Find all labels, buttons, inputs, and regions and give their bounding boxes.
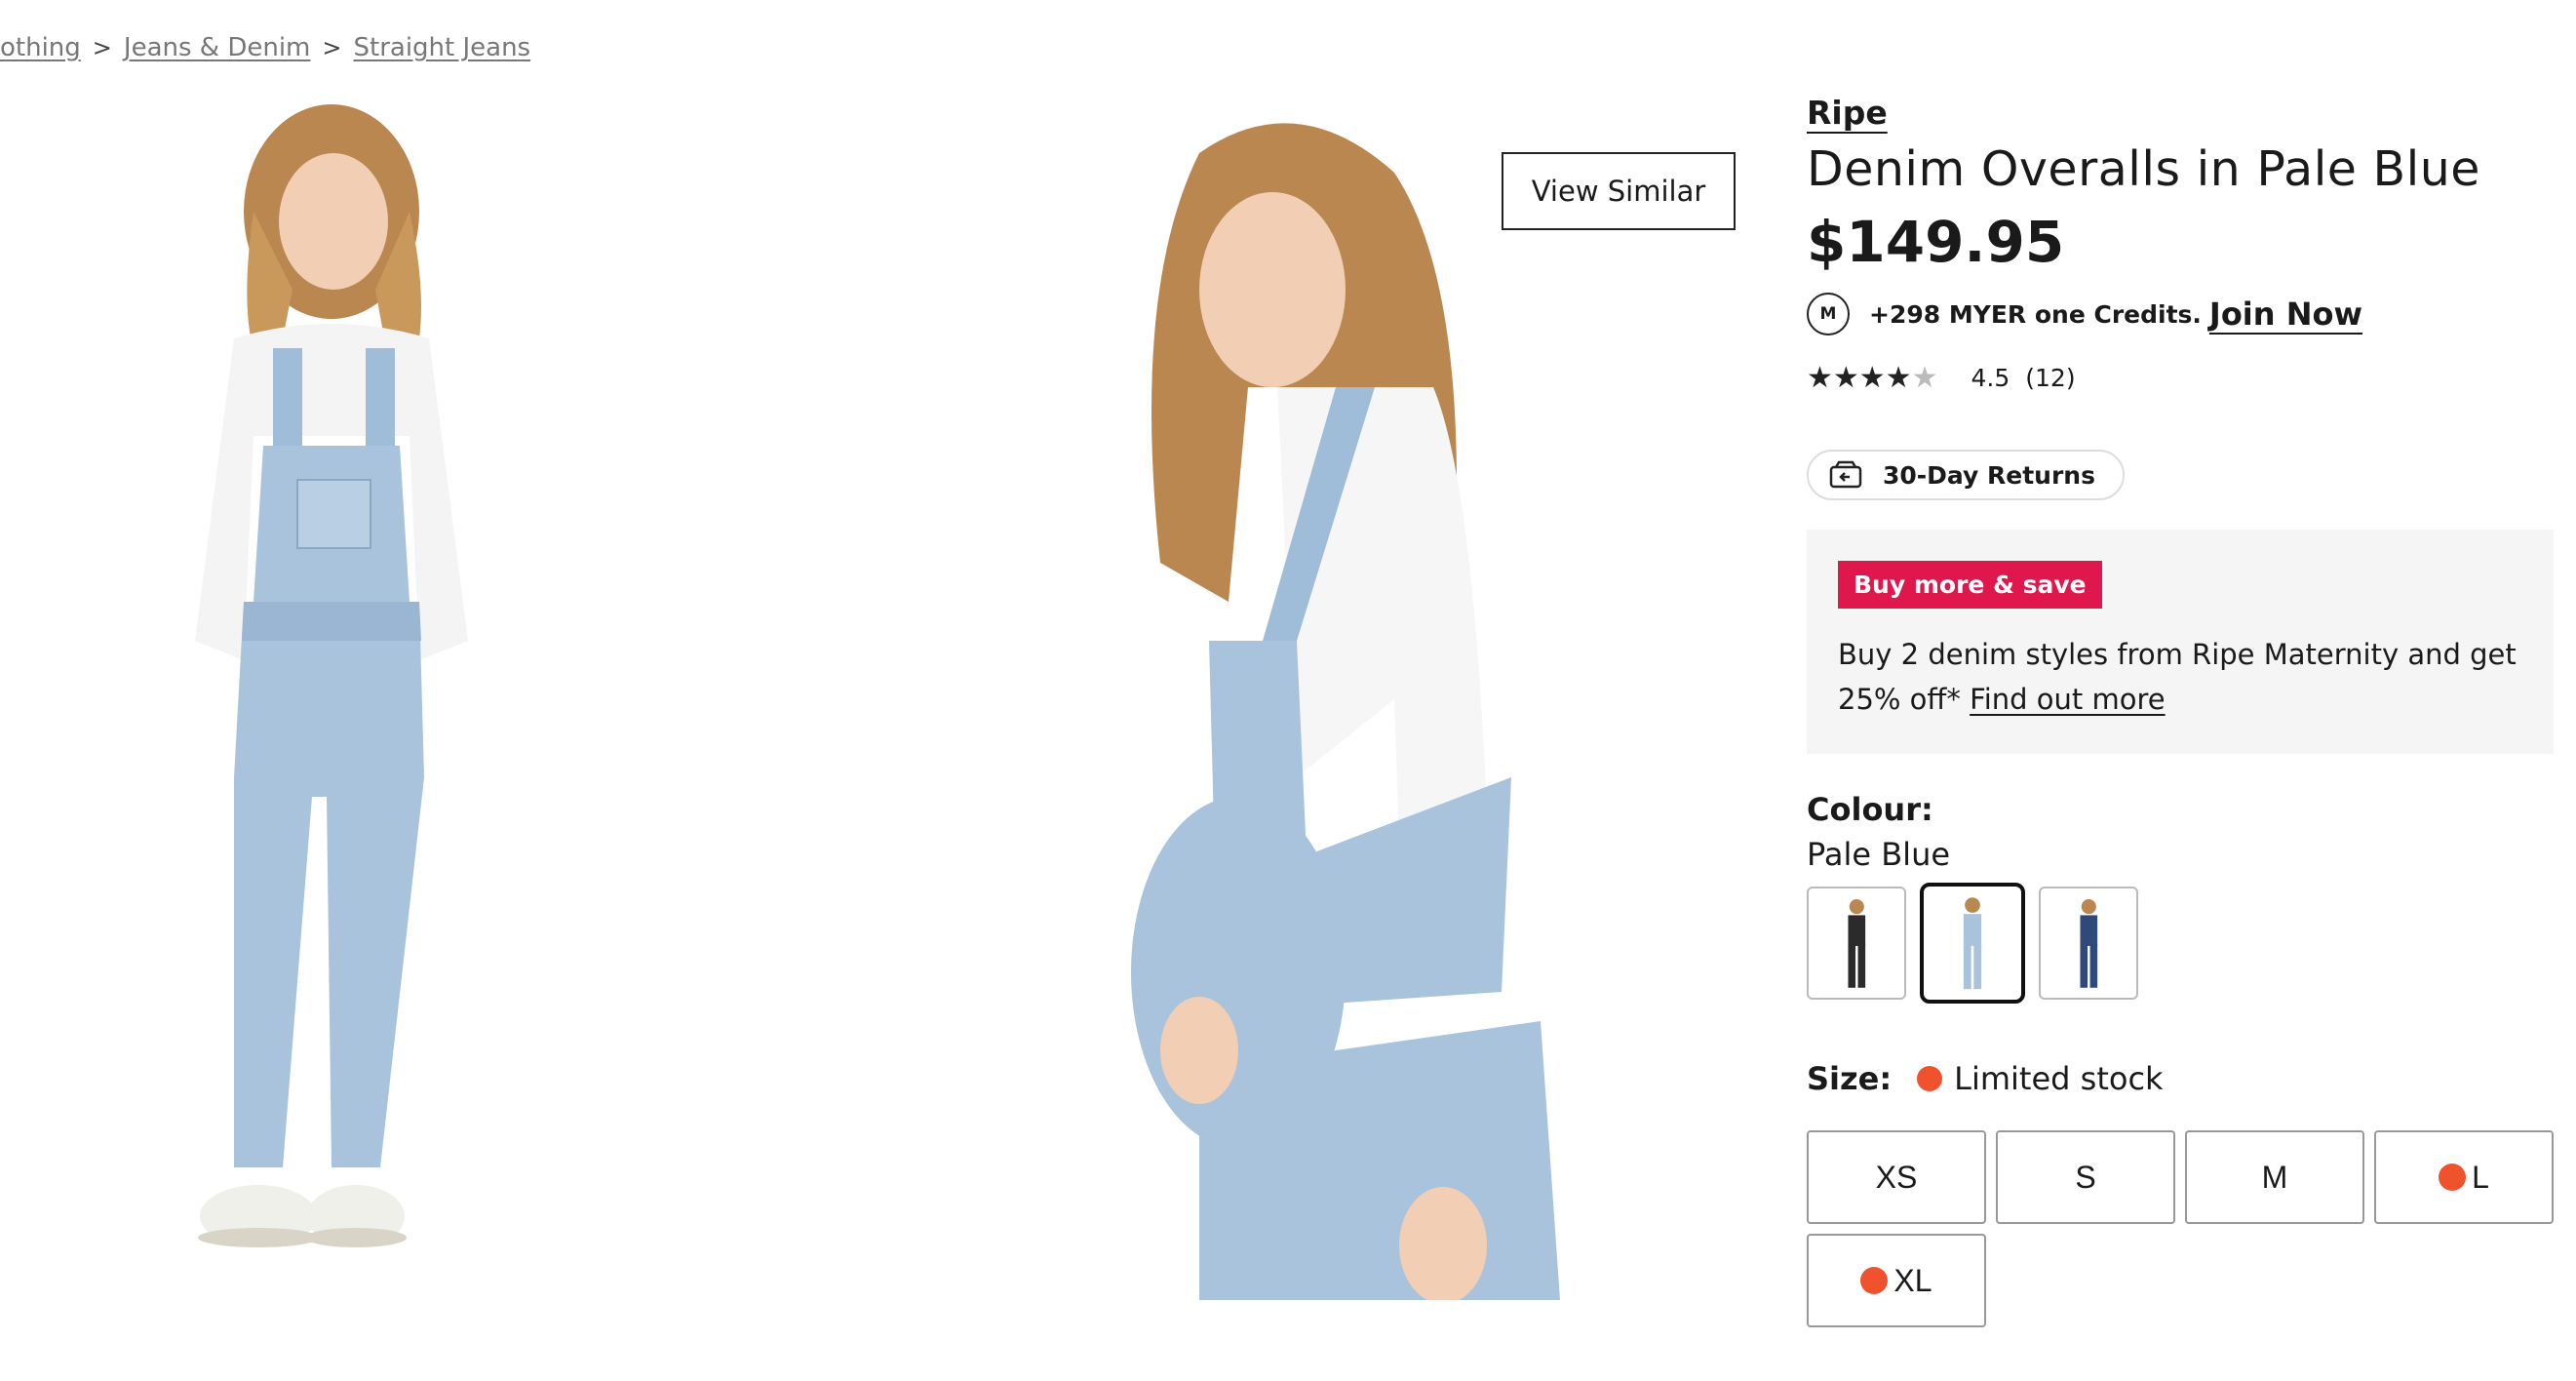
colour-swatch-dark-blue[interactable] — [2039, 887, 2138, 1000]
product-price: $149.95 — [1807, 209, 2065, 275]
returns-badge[interactable]: 30-Day Returns — [1807, 450, 2125, 500]
credits-text: +298 MYER one Credits. — [1869, 299, 2202, 329]
swatch-black-thumbnail — [1848, 898, 1865, 988]
promo-box: Buy more & save Buy 2 denim styles from … — [1807, 530, 2554, 754]
rating-value: 4.5 — [1971, 364, 2010, 392]
returns-label: 30-Day Returns — [1883, 460, 2095, 490]
product-image-side[interactable] — [1053, 95, 1609, 1300]
chevron-right-icon: > — [92, 34, 112, 61]
size-option-label: L — [2472, 1159, 2489, 1195]
limited-stock-dot-icon — [2439, 1164, 2467, 1191]
breadcrumb-link-clothing[interactable]: othing — [0, 33, 81, 62]
size-option-label: XS — [1875, 1159, 1918, 1195]
limited-stock-label: Limited stock — [1954, 1060, 2164, 1097]
colour-swatch-pale-blue[interactable] — [1920, 883, 2025, 1004]
size-header: Size: Limited stock — [1807, 1060, 2562, 1097]
product-info-panel: Ripe Denim Overalls in Pale Blue $149.95… — [1807, 94, 2562, 1337]
limited-stock-dot-icon — [1860, 1267, 1889, 1294]
return-box-icon — [1829, 460, 1862, 489]
myer-one-icon: M — [1807, 293, 1850, 335]
brand-link[interactable]: Ripe — [1807, 94, 1888, 132]
swatch-pale-blue-thumbnail — [1963, 897, 1982, 989]
product-image-front[interactable] — [88, 95, 595, 1300]
colour-label: Colour: — [1807, 791, 1933, 828]
myer-credits-row: M +298 MYER one Credits. Join Now — [1807, 293, 2562, 335]
breadcrumb: othing > Jeans & Denim > Straight Jeans — [0, 33, 530, 62]
model-front-illustration — [195, 104, 468, 1247]
review-count: (12) — [2025, 364, 2076, 392]
colour-swatches — [1807, 883, 2562, 1004]
swatch-dark-blue-thumbnail — [2080, 898, 2097, 988]
promo-badge: Buy more & save — [1838, 561, 2102, 609]
size-option-s[interactable]: S — [1996, 1130, 2175, 1224]
size-option-xs[interactable]: XS — [1807, 1130, 1986, 1224]
promo-description: Buy 2 denim styles from Ripe Maternity a… — [1838, 638, 2517, 716]
colour-swatch-black[interactable] — [1807, 887, 1906, 1000]
chevron-right-icon: > — [322, 34, 342, 61]
size-option-label: M — [2261, 1159, 2288, 1195]
size-label: Size: — [1807, 1060, 1893, 1097]
size-options: XS S M L XL — [1807, 1130, 2576, 1337]
size-option-label: XL — [1893, 1262, 1932, 1298]
model-side-illustration — [1131, 123, 1560, 1300]
size-option-xl[interactable]: XL — [1807, 1234, 1986, 1327]
size-option-m[interactable]: M — [2185, 1130, 2364, 1224]
view-similar-button[interactable]: View Similar — [1502, 152, 1736, 230]
rating-row[interactable]: ★★★★★ 4.5 (12) — [1807, 361, 2562, 395]
size-option-l[interactable]: L — [2374, 1130, 2554, 1224]
size-option-label: S — [2075, 1159, 2096, 1195]
star-rating-icon: ★★★★★ — [1807, 361, 1938, 395]
promo-text: Buy 2 denim styles from Ripe Maternity a… — [1838, 632, 2522, 722]
colour-value: Pale Blue — [1807, 836, 1951, 873]
breadcrumb-link-jeans-denim[interactable]: Jeans & Denim — [124, 33, 310, 62]
product-title: Denim Overalls in Pale Blue — [1807, 141, 2480, 197]
limited-stock-dot-icon — [1917, 1066, 1943, 1091]
breadcrumb-link-straight-jeans[interactable]: Straight Jeans — [354, 33, 531, 62]
find-out-more-link[interactable]: Find out more — [1970, 683, 2165, 716]
join-now-link[interactable]: Join Now — [2209, 296, 2362, 333]
